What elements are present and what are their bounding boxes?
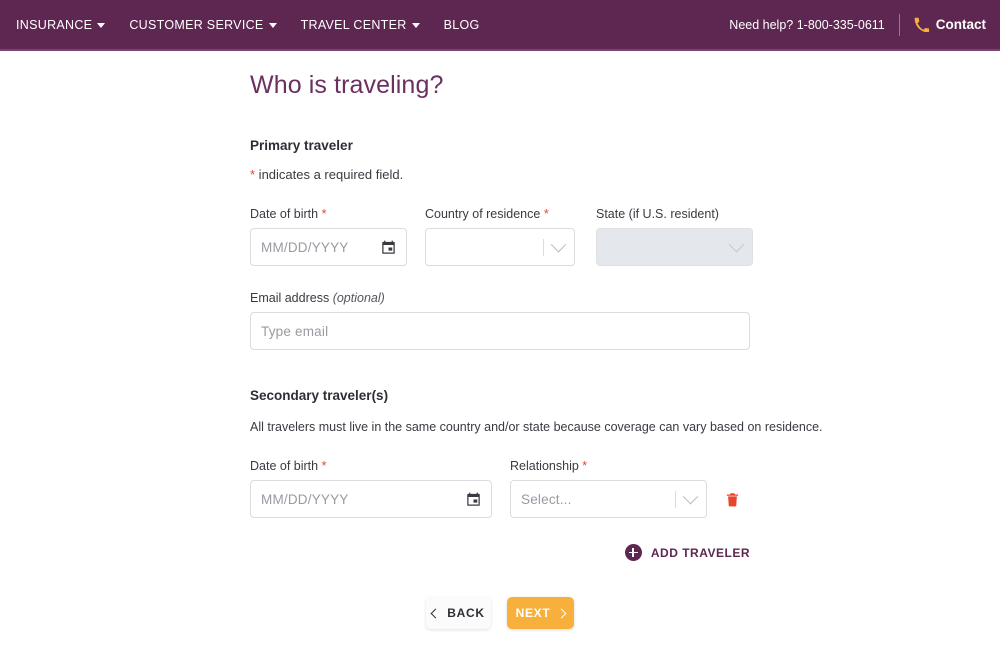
header-help-area: Need help? 1-800-335-0611 Contact <box>729 13 986 36</box>
primary-email-placeholder: Type email <box>261 323 329 339</box>
chevron-down-icon[interactable] <box>550 236 567 252</box>
nav-item-label: BLOG <box>443 17 480 32</box>
primary-dob-label: Date of birth * <box>250 207 407 221</box>
form-footer-buttons: BACK NEXT <box>250 597 750 629</box>
chevron-left-icon <box>430 608 441 618</box>
primary-traveler-heading: Primary traveler <box>250 138 353 153</box>
secondary-dob-group: Date of birth * MM/DD/YYYY <box>250 459 492 518</box>
nav-item-blog[interactable]: BLOG <box>432 12 492 38</box>
secondary-relationship-select[interactable]: Select... <box>510 480 707 518</box>
back-button[interactable]: BACK <box>426 597 491 629</box>
form-container: Who is traveling? Primary traveler * ind… <box>250 51 1000 629</box>
add-traveler-button[interactable]: ADD TRAVELER <box>250 544 750 561</box>
primary-email-label: Email address (optional) <box>250 291 750 305</box>
secondary-relationship-label: Relationship * <box>510 459 707 473</box>
secondary-relationship-group: Relationship * Select... <box>510 459 707 518</box>
label-text: Country of residence <box>425 207 541 221</box>
primary-country-group: Country of residence * <box>425 207 575 266</box>
primary-email-group: Email address (optional) Type email <box>250 291 750 350</box>
required-note-text: indicates a required field. <box>255 167 404 182</box>
calendar-icon[interactable] <box>381 240 396 255</box>
label-text: Relationship <box>510 459 579 473</box>
optional-label: (optional) <box>332 291 385 305</box>
chevron-down-icon <box>97 23 106 28</box>
chevron-down-icon[interactable] <box>682 488 699 504</box>
label-text: State (if U.S. resident) <box>596 207 719 221</box>
primary-state-select[interactable] <box>596 228 753 266</box>
nav-item-customer-service[interactable]: CUSTOMER SERVICE <box>117 12 288 38</box>
next-button-label: NEXT <box>515 606 551 620</box>
nav-item-label: TRAVEL CENTER <box>300 17 407 32</box>
primary-country-select[interactable] <box>425 228 575 266</box>
primary-state-label: State (if U.S. resident) <box>596 207 753 221</box>
primary-email-row: Email address (optional) Type email <box>250 291 1000 350</box>
select-separator <box>543 238 544 256</box>
main-navigation: INSURANCE CUSTOMER SERVICE TRAVEL CENTER… <box>0 12 492 38</box>
secondary-relationship-value: Select... <box>521 491 572 507</box>
secondary-traveler-row: Date of birth * MM/DD/YYYY Relationship … <box>250 459 1000 518</box>
chevron-down-icon <box>411 23 420 28</box>
page-title: Who is traveling? <box>250 71 444 99</box>
back-button-label: BACK <box>447 606 485 620</box>
label-text: Date of birth <box>250 459 319 473</box>
chevron-down-icon <box>728 236 745 252</box>
nav-item-label: INSURANCE <box>16 17 93 32</box>
contact-link[interactable]: Contact <box>914 17 986 32</box>
secondary-delete-wrap <box>725 459 740 518</box>
required-asterisk: * <box>321 207 327 221</box>
nav-item-insurance[interactable]: INSURANCE <box>4 12 117 38</box>
calendar-icon[interactable] <box>466 492 481 507</box>
primary-traveler-row: Date of birth * MM/DD/YYYY Country of re… <box>250 207 1000 266</box>
secondary-dob-placeholder: MM/DD/YYYY <box>261 491 349 507</box>
required-field-note: * indicates a required field. <box>250 167 1000 182</box>
header-divider <box>898 13 900 36</box>
add-traveler-label: ADD TRAVELER <box>650 545 750 560</box>
primary-country-label: Country of residence * <box>425 207 575 221</box>
primary-state-group: State (if U.S. resident) <box>596 207 753 266</box>
primary-dob-input[interactable]: MM/DD/YYYY <box>250 228 407 266</box>
plus-circle-icon <box>624 544 642 561</box>
primary-email-input[interactable]: Type email <box>250 312 750 350</box>
nav-item-travel-center[interactable]: TRAVEL CENTER <box>289 12 432 38</box>
label-text: Date of birth <box>250 207 319 221</box>
required-asterisk: * <box>321 459 327 473</box>
next-button[interactable]: NEXT <box>507 597 574 629</box>
chevron-right-icon <box>556 608 567 618</box>
required-asterisk: * <box>543 207 549 221</box>
select-separator <box>675 490 676 508</box>
chevron-down-icon <box>268 23 277 28</box>
label-text: Email address <box>250 291 333 305</box>
contact-label: Contact <box>935 17 986 32</box>
nav-item-label: CUSTOMER SERVICE <box>129 17 264 32</box>
trash-icon[interactable] <box>725 491 740 508</box>
secondary-traveler-heading: Secondary traveler(s) <box>250 388 389 403</box>
site-header: INSURANCE CUSTOMER SERVICE TRAVEL CENTER… <box>0 0 1000 51</box>
page-content: Who is traveling? Primary traveler * ind… <box>0 51 1000 629</box>
primary-dob-group: Date of birth * MM/DD/YYYY <box>250 207 407 266</box>
primary-dob-placeholder: MM/DD/YYYY <box>261 239 349 255</box>
secondary-dob-input[interactable]: MM/DD/YYYY <box>250 480 492 518</box>
secondary-dob-label: Date of birth * <box>250 459 492 473</box>
secondary-traveler-description: All travelers must live in the same coun… <box>250 420 823 434</box>
help-phone-text: Need help? 1-800-335-0611 <box>729 17 885 32</box>
required-asterisk: * <box>582 459 588 473</box>
phone-icon <box>914 17 929 32</box>
